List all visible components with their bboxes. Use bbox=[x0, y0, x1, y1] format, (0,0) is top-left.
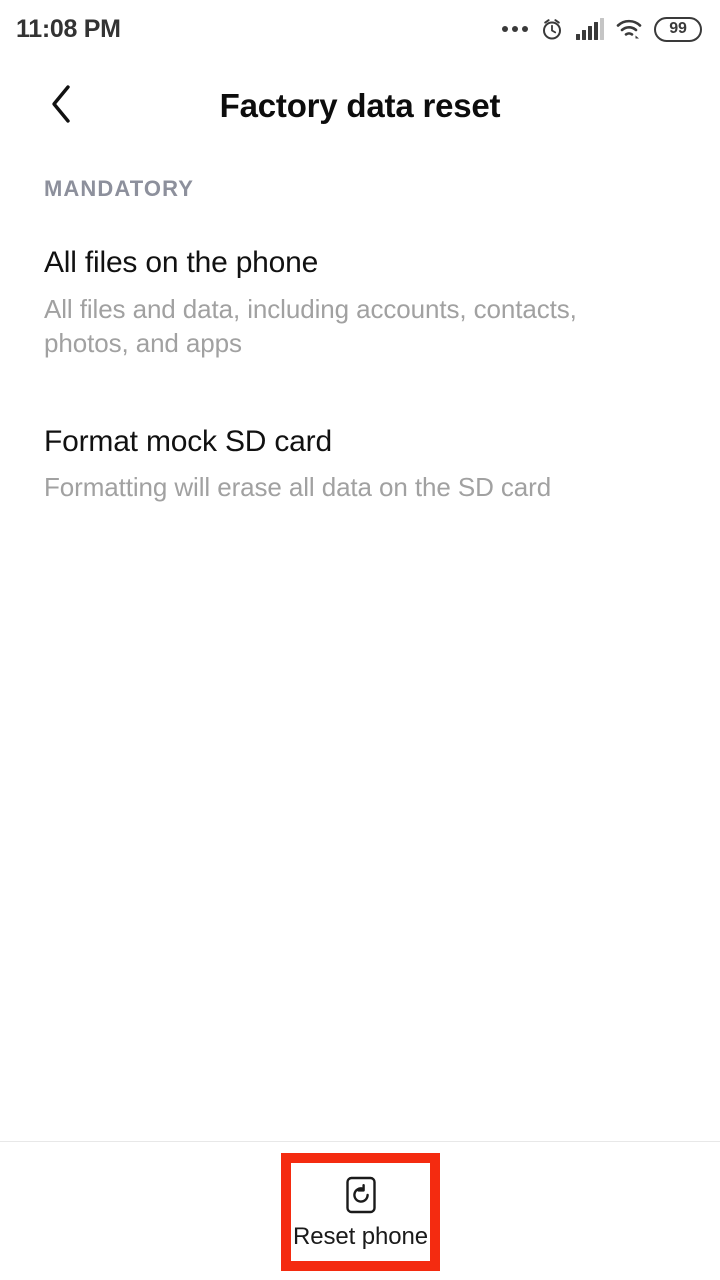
cellular-signal-icon bbox=[576, 18, 604, 40]
list-item-title: All files on the phone bbox=[44, 246, 319, 279]
list-item-title: Format mock SD card bbox=[44, 424, 332, 458]
alarm-clock-icon bbox=[539, 16, 565, 42]
battery-level-label: 99 bbox=[669, 20, 687, 37]
wifi-icon bbox=[615, 17, 643, 41]
reset-phone-label: Reset phone bbox=[292, 1223, 428, 1250]
status-bar-icons: 99 bbox=[502, 12, 702, 46]
title-bar: Factory data reset bbox=[0, 58, 720, 154]
status-bar-clock: 11:08 PM bbox=[16, 14, 121, 43]
page-title: Factory data reset bbox=[219, 87, 501, 124]
reset-phone-button[interactable]: Reset phone bbox=[291, 1163, 430, 1261]
restore-reset-icon bbox=[341, 1175, 381, 1215]
status-bar: 11:08 PM 99 bbox=[0, 0, 720, 58]
phone-screen: 11:08 PM 99 Factory data reset MANDATORY… bbox=[0, 0, 720, 1280]
list-item[interactable]: All files on the phone All files and dat… bbox=[44, 202, 676, 361]
content-area: MANDATORY All files on the phone All fil… bbox=[0, 154, 720, 1141]
bottom-action-bar: Reset phone bbox=[0, 1141, 720, 1280]
section-header-mandatory: MANDATORY bbox=[44, 176, 195, 201]
list-item-subtitle: Formatting will erase all data on the SD… bbox=[44, 472, 552, 503]
list-item-subtitle: All files and data, including accounts, … bbox=[44, 293, 577, 359]
battery-icon: 99 bbox=[654, 16, 702, 42]
more-dots-icon bbox=[502, 12, 528, 46]
list-item[interactable]: Format mock SD card Formatting will eras… bbox=[44, 361, 676, 505]
reset-phone-highlight-box: Reset phone bbox=[281, 1153, 440, 1271]
